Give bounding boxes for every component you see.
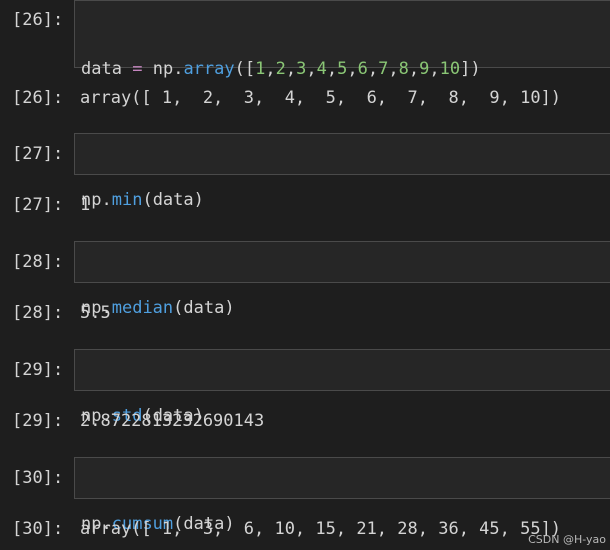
code-line-1: np.median(data)	[81, 298, 235, 318]
code-input-editor[interactable]: np.cumsum(data)	[74, 457, 610, 534]
output-prompt: [27]:	[12, 195, 64, 215]
cell-output: array([ 1, 2, 3, 4, 5, 6, 7, 8, 9, 10])	[80, 88, 562, 108]
input-prompt: [27]:	[12, 144, 64, 164]
output-prompt: [29]:	[12, 411, 64, 431]
output-prompt: [30]:	[12, 519, 64, 539]
cell-output: array([ 1, 3, 6, 10, 15, 21, 28, 36, 45,…	[80, 519, 562, 539]
code-line-1: data = np.array([1,2,3,4,5,6,7,8,9,10])	[81, 59, 481, 79]
output-prompt: [28]:	[12, 303, 64, 323]
code-input-editor[interactable]: np.median(data)	[74, 241, 610, 318]
code-input-editor[interactable]: np.std(data)	[74, 349, 610, 426]
input-prompt: [28]:	[12, 252, 64, 272]
cell-output: 2.8722813232690143	[80, 411, 265, 431]
code-input-editor[interactable]: np.min(data)	[74, 133, 610, 210]
cell-output: 1	[80, 195, 91, 215]
input-prompt: [30]:	[12, 468, 64, 488]
input-prompt: [29]:	[12, 360, 64, 380]
watermark: CSDN @H-yao	[528, 533, 606, 546]
output-prompt: [26]:	[12, 88, 64, 108]
code-line-1: np.min(data)	[81, 190, 204, 210]
cell-output: 5.5	[80, 303, 111, 323]
input-prompt: [26]:	[12, 10, 64, 30]
code-input-editor[interactable]: data = np.array([1,2,3,4,5,6,7,8,9,10]) …	[74, 0, 610, 151]
